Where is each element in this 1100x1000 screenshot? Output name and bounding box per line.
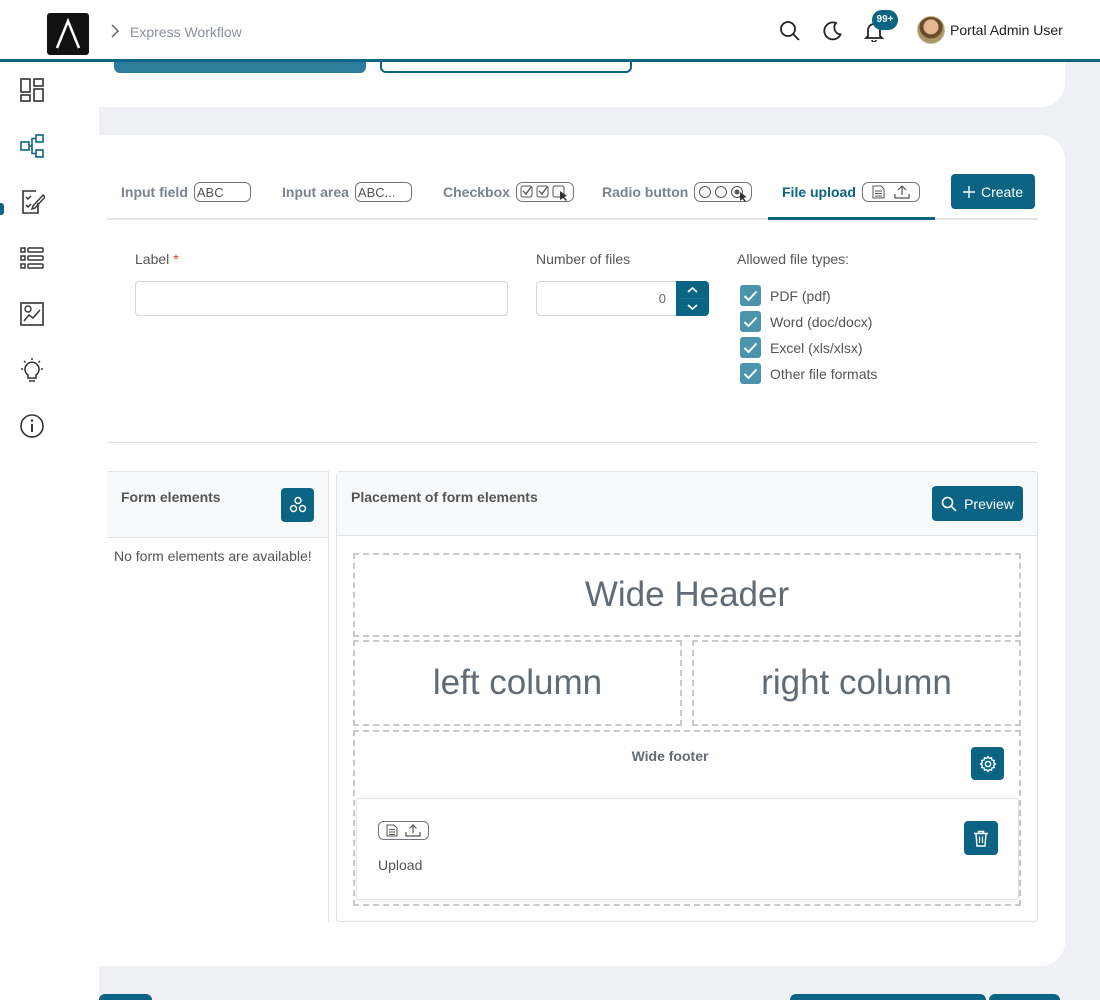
tab-label: Input area (282, 184, 349, 200)
filetype-excel-option[interactable]: Excel (xls/xlsx) (740, 337, 863, 358)
tab-checkbox[interactable]: Checkbox (443, 181, 574, 203)
top-primary-button[interactable] (114, 62, 366, 73)
section-divider (107, 442, 1038, 443)
tab-input-area[interactable]: Input area ABC... (282, 181, 412, 203)
user-name[interactable]: Portal Admin User (950, 22, 1063, 38)
wide-header-zone[interactable]: Wide Header (353, 553, 1021, 637)
number-of-files-label: Number of files (536, 251, 631, 267)
right-column-zone[interactable]: right column (692, 640, 1021, 726)
file-upload-element-icon (378, 821, 429, 840)
sidebar (0, 62, 99, 1000)
checkbox-label: Excel (xls/xlsx) (770, 339, 863, 356)
filetype-other-option[interactable]: Other file formats (740, 363, 877, 384)
tab-label: File upload (782, 184, 856, 200)
filetype-pdf-option[interactable]: PDF (pdf) (740, 285, 831, 306)
footer-settings-button[interactable] (971, 747, 1004, 780)
placement-panel: Placement of form elements Preview Wide … (336, 471, 1038, 922)
create-button[interactable]: Create (951, 174, 1035, 209)
checkbox-checked[interactable] (740, 337, 761, 358)
avatar[interactable] (917, 16, 945, 44)
label-field-label: Label * (135, 251, 179, 267)
gear-icon (978, 754, 997, 773)
form-elements-title: Form elements (121, 489, 221, 505)
search-icon[interactable] (779, 20, 801, 42)
form-elements-empty-text: No form elements are available! (114, 548, 312, 564)
delete-element-button[interactable] (964, 821, 998, 855)
search-icon (941, 496, 957, 512)
tab-pill: ABC (193, 182, 251, 202)
app-logo[interactable] (47, 13, 89, 55)
form-elements-panel: Form elements No form elements are avail… (107, 471, 329, 922)
tab-input-field[interactable]: Input field ABC (121, 181, 251, 203)
left-column-zone[interactable]: left column (353, 640, 682, 726)
checkmark-icon (743, 342, 758, 353)
number-of-files-input[interactable]: 0 (536, 281, 676, 316)
logo-icon (55, 18, 81, 49)
checkbox-label: Other file formats (770, 365, 878, 382)
list-icon[interactable] (19, 245, 45, 271)
checkbox-pill-icon (515, 182, 574, 202)
tab-pill: ABC... (354, 182, 412, 202)
number-stepper[interactable] (676, 281, 709, 316)
bottom-save-button[interactable] (790, 994, 986, 1000)
statistics-icon[interactable] (19, 301, 45, 327)
tab-label: Input field (121, 184, 188, 200)
checkbox-checked[interactable] (740, 311, 761, 332)
filetype-word-option[interactable]: Word (doc/docx) (740, 311, 872, 332)
bottom-right-button[interactable] (989, 994, 1060, 1000)
checkmark-icon (743, 368, 758, 379)
tab-label: Checkbox (443, 184, 510, 200)
tab-file-upload[interactable]: File upload (782, 181, 920, 203)
moon-icon[interactable] (821, 20, 843, 42)
chevron-right-icon (111, 24, 120, 38)
wide-footer-title: Wide footer (631, 748, 709, 764)
placement-header: Placement of form elements Preview (337, 472, 1037, 536)
create-button-label: Create (980, 183, 1024, 200)
task-checklist-icon[interactable] (19, 189, 45, 215)
file-upload-pill-icon (861, 182, 920, 202)
top-secondary-button[interactable] (380, 62, 632, 73)
checkbox-checked[interactable] (740, 363, 761, 384)
components-icon (289, 496, 306, 513)
checkbox-label: Word (doc/docx) (770, 313, 873, 330)
label-field-text: Label (135, 251, 170, 267)
stepper-arrows-icon (680, 286, 705, 311)
form-elements-header: Form elements (107, 472, 328, 538)
sidebar-active-indicator (0, 203, 4, 215)
upload-form-element[interactable]: Upload (356, 798, 1019, 900)
checkmark-icon (743, 316, 758, 327)
tab-label: Radio button (602, 184, 689, 200)
preview-button-label: Preview (964, 495, 1014, 512)
form-builder-card: Input field ABC Input area ABC... Checkb… (99, 135, 1065, 966)
bottom-left-button[interactable] (99, 994, 152, 1000)
lightbulb-icon[interactable] (19, 357, 45, 383)
upload-element-label: Upload (378, 857, 423, 873)
breadcrumb[interactable]: Express Workflow (130, 24, 242, 40)
info-icon[interactable] (19, 413, 45, 439)
dashboard-icon[interactable] (19, 77, 45, 103)
preview-button[interactable]: Preview (932, 486, 1023, 521)
checkmark-icon (743, 290, 758, 301)
trash-icon (974, 830, 988, 847)
wide-footer-zone[interactable]: Wide footer Upload (353, 730, 1021, 906)
checkbox-checked[interactable] (740, 285, 761, 306)
workflow-icon[interactable] (19, 133, 45, 159)
allowed-file-types-label: Allowed file types: (737, 251, 850, 267)
checkbox-label: PDF (pdf) (770, 287, 831, 304)
top-card (99, 62, 1065, 107)
top-bar: Express Workflow 99+ Portal Admin User (0, 0, 1100, 62)
required-marker: * (173, 251, 179, 267)
form-elements-action-button[interactable] (281, 488, 314, 522)
placement-title: Placement of form elements (351, 489, 538, 505)
label-input[interactable] (135, 281, 508, 316)
active-tab-underline (768, 217, 935, 220)
tab-radio-button[interactable]: Radio button (602, 181, 753, 203)
notification-badge: 99+ (872, 10, 898, 30)
plus-icon (962, 185, 975, 198)
radio-pill-icon (694, 182, 753, 202)
